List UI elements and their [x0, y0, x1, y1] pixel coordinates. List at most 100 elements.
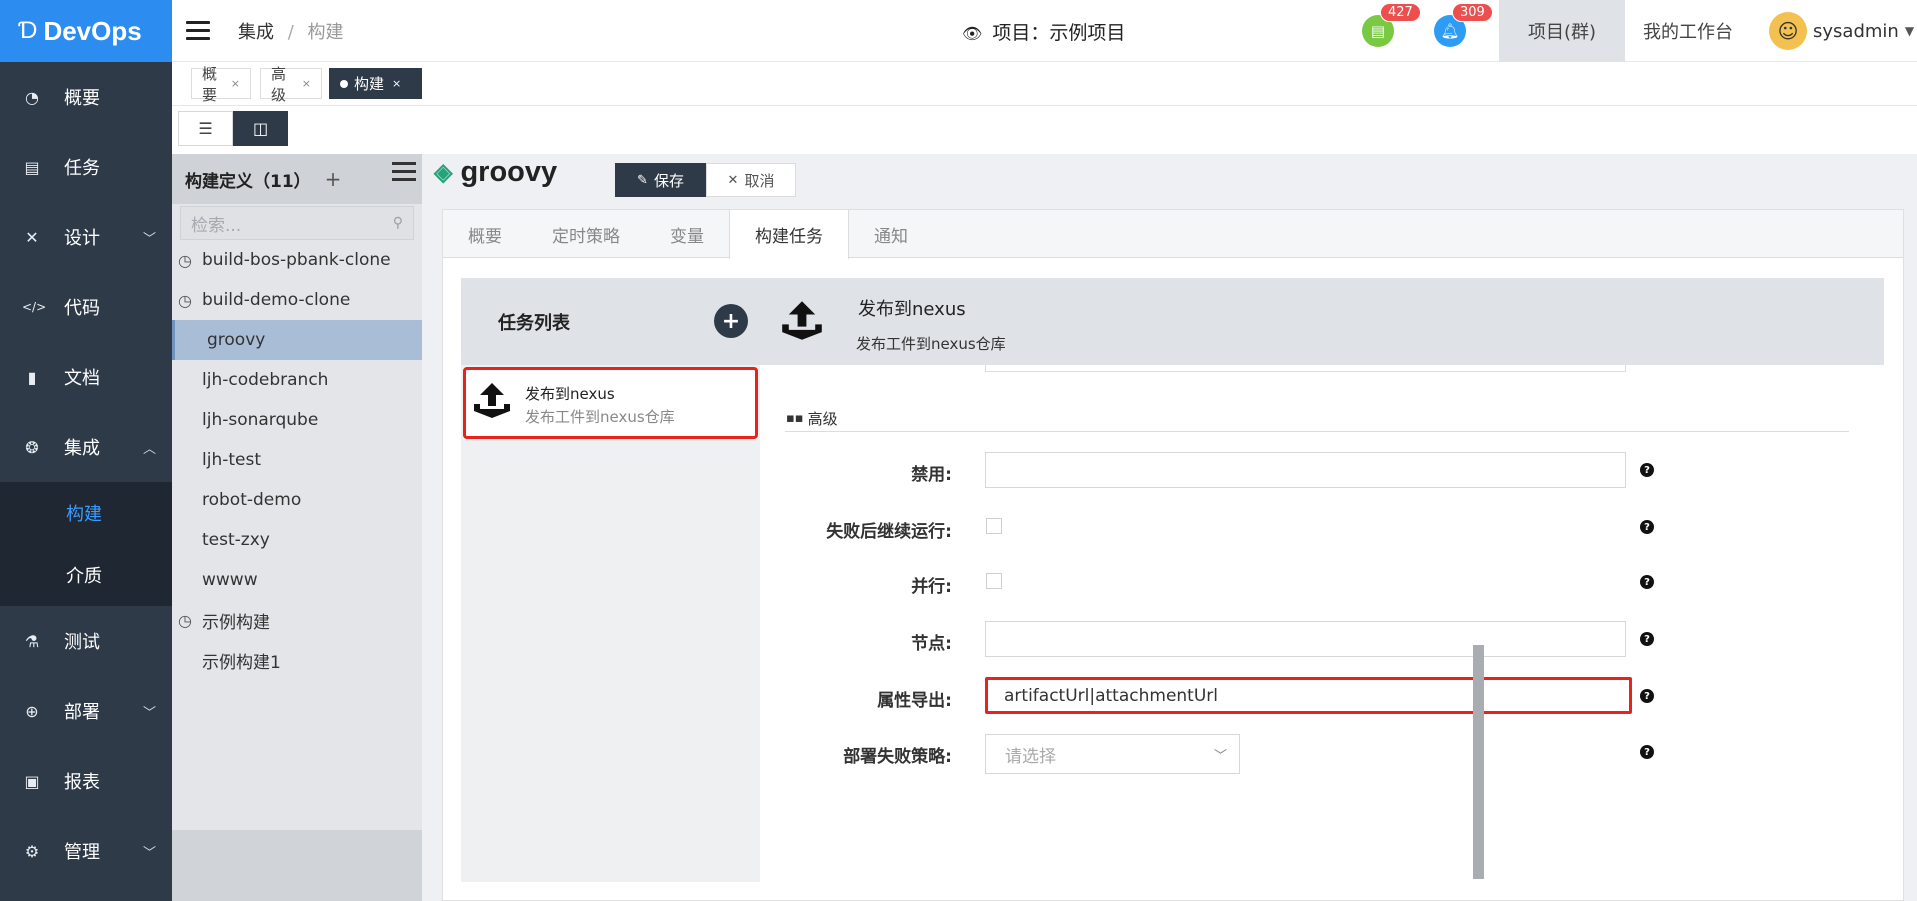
page-tab-label: 概要 — [202, 64, 218, 104]
sidebar-item-label: 设计 — [64, 228, 100, 249]
breadcrumb-item[interactable]: 集成 — [238, 22, 274, 43]
menu-icon[interactable] — [392, 162, 416, 181]
page-title-text: groovy — [460, 156, 558, 188]
tab-build-tasks[interactable]: 构建任务 — [729, 210, 849, 259]
build-item[interactable]: robot-demo — [172, 480, 422, 520]
sidebar-item-label: 代码 — [64, 298, 100, 319]
build-editor-card: 概要 定时策略 变量 构建任务 通知 任务列表 + 发布到nexus 发布工件到… — [442, 209, 1904, 901]
build-item[interactable]: 示例构建1 — [172, 640, 422, 680]
integration-icon: ❂ — [25, 437, 39, 457]
continue-on-failure-checkbox[interactable] — [986, 518, 1002, 534]
close-icon: ✕ — [727, 172, 739, 188]
build-item-label: groovy — [207, 330, 266, 350]
add-task-button[interactable]: + — [714, 304, 748, 338]
hamburger-menu-icon[interactable] — [186, 21, 210, 40]
tab-schedule[interactable]: 定时策略 — [527, 210, 645, 258]
caret-down-icon: ▼ — [1904, 24, 1915, 38]
tab-overview[interactable]: 概要 — [443, 210, 527, 258]
sidebar-item-test[interactable]: ⚗ 测试 — [0, 606, 172, 676]
tab-notifications[interactable]: 通知 — [849, 210, 933, 258]
vertical-scrollbar[interactable] — [1473, 645, 1484, 879]
layers-icon: ◈ — [434, 159, 453, 186]
top-header: 集成 / 构建 👁 项目：示例项目 ▤ 427 🔔︎ 309 项目(群) 我的工… — [172, 0, 1917, 62]
sidebar-item-code[interactable]: </> 代码 — [0, 272, 172, 342]
tab-variables[interactable]: 变量 — [645, 210, 729, 258]
logo[interactable]: Ɗ DevOps — [0, 0, 172, 62]
build-item[interactable]: test-zxy — [172, 520, 422, 560]
disable-input[interactable] — [985, 452, 1626, 488]
build-search-input[interactable]: 检索... ⚲ — [180, 206, 414, 240]
main-content: ◈ groovy ✎ 保存 ✕ 取消 概要 定时策略 变量 构建任务 通知 任务… — [422, 154, 1917, 901]
property-export-input[interactable]: artifactUrl|attachmentUrl — [985, 677, 1632, 714]
build-panel-title: 构建定义（11） — [185, 171, 311, 192]
cancel-button[interactable]: ✕ 取消 — [706, 163, 796, 197]
build-item[interactable]: ◷ build-bos-pbank-clone — [172, 240, 422, 280]
build-item[interactable]: ljh-codebranch — [172, 360, 422, 400]
close-icon[interactable]: × — [302, 77, 311, 90]
field-parallel: 并行: ? — [760, 564, 1884, 600]
page-tab-build[interactable]: 构建 × — [329, 68, 422, 99]
sidebar-subitem-artifact[interactable]: 介质 — [0, 544, 172, 606]
build-item[interactable]: ljh-sonarqube — [172, 400, 422, 440]
help-icon[interactable]: ? — [1640, 632, 1654, 646]
sidebar-item-overview[interactable]: ◔ 概要 — [0, 62, 172, 132]
page-tab-advanced[interactable]: 高级 × — [260, 65, 322, 104]
chevron-down-icon: ﹀ — [1213, 749, 1227, 764]
sidebar-subitem-build[interactable]: 构建 — [0, 482, 172, 544]
document-notification-button[interactable]: ▤ 427 — [1362, 3, 1421, 47]
parallel-checkbox[interactable] — [986, 573, 1002, 589]
breadcrumb: 集成 / 构建 — [238, 18, 344, 44]
tasks-icon: ▤ — [24, 157, 40, 177]
sidebar-item-tasks[interactable]: ▤ 任务 — [0, 132, 172, 202]
user-menu[interactable]: ☺ sysadmin ▼ — [1769, 12, 1914, 50]
build-item[interactable]: ljh-test — [172, 440, 422, 480]
upload-icon — [782, 301, 822, 340]
tab-projects[interactable]: 项目(群) — [1499, 0, 1625, 62]
project-selector[interactable]: 👁 项目：示例项目 — [962, 18, 1125, 45]
pencil-icon: ✎ — [637, 172, 648, 188]
help-icon[interactable]: ? — [1640, 463, 1654, 477]
deploy-fail-strategy-select[interactable]: 请选择 ﹀ — [985, 734, 1240, 774]
build-item[interactable]: wwww — [172, 560, 422, 600]
field-property-export: 属性导出: artifactUrl|attachmentUrl ? — [760, 677, 1884, 714]
add-build-button[interactable]: + — [325, 167, 342, 191]
build-item[interactable]: ◷ build-demo-clone — [172, 280, 422, 320]
close-icon[interactable]: × — [231, 77, 240, 90]
help-icon[interactable]: ? — [1640, 745, 1654, 759]
node-input[interactable] — [985, 621, 1626, 657]
sidebar-item-label: 报表 — [64, 772, 100, 793]
sidebar-item-docs[interactable]: ▮ 文档 — [0, 342, 172, 412]
help-icon[interactable]: ? — [1640, 575, 1654, 589]
tab-label: 定时策略 — [552, 226, 620, 247]
tab-workbench[interactable]: 我的工作台 — [1625, 0, 1751, 62]
build-item-selected[interactable]: groovy — [172, 320, 422, 360]
list-view-button[interactable]: ☰ — [178, 111, 233, 146]
tab-label: 构建任务 — [755, 227, 823, 247]
task-item-selected[interactable]: 发布到nexus 发布工件到nexus仓库 — [463, 367, 758, 439]
list-icon: ☰ — [198, 119, 213, 138]
sidebar-item-integration[interactable]: ❂ 集成 ︿ — [0, 412, 172, 482]
help-icon[interactable]: ? — [1640, 689, 1654, 703]
task-detail-header: 发布到nexus 发布工件到nexus仓库 — [760, 278, 1884, 365]
sidebar-item-label: 管理 — [64, 842, 100, 863]
field-label: 失败后继续运行: — [826, 522, 952, 542]
bell-notification-button[interactable]: 🔔︎ 309 — [1434, 3, 1493, 47]
help-icon[interactable]: ? — [1640, 520, 1654, 534]
save-button[interactable]: ✎ 保存 — [615, 163, 706, 197]
board-icon: ◫ — [252, 119, 269, 138]
build-definition-panel: 构建定义（11） + 检索... ⚲ ◷ build-bos-pbank-clo… — [172, 154, 422, 901]
field-continue-on-failure: 失败后继续运行: ? — [760, 509, 1884, 545]
close-icon[interactable]: × — [392, 77, 401, 90]
board-view-button[interactable]: ◫ — [233, 111, 288, 146]
build-panel-footer-area — [172, 830, 422, 901]
sidebar-item-report[interactable]: ▣ 报表 — [0, 746, 172, 816]
sidebar-item-admin[interactable]: ⚙ 管理 ﹀ — [0, 816, 172, 886]
tab-label: 概要 — [468, 226, 502, 247]
build-item[interactable]: ◷ 示例构建 — [172, 600, 422, 640]
sidebar-item-design[interactable]: ✕ 设计 ﹀ — [0, 202, 172, 272]
page-tab-overview[interactable]: 概要 × — [191, 65, 251, 104]
search-icon: ⚲ — [392, 215, 403, 231]
build-panel-header: 构建定义（11） + — [172, 154, 422, 204]
code-icon: </> — [22, 300, 47, 314]
sidebar-item-deploy[interactable]: ⊕ 部署 ﹀ — [0, 676, 172, 746]
